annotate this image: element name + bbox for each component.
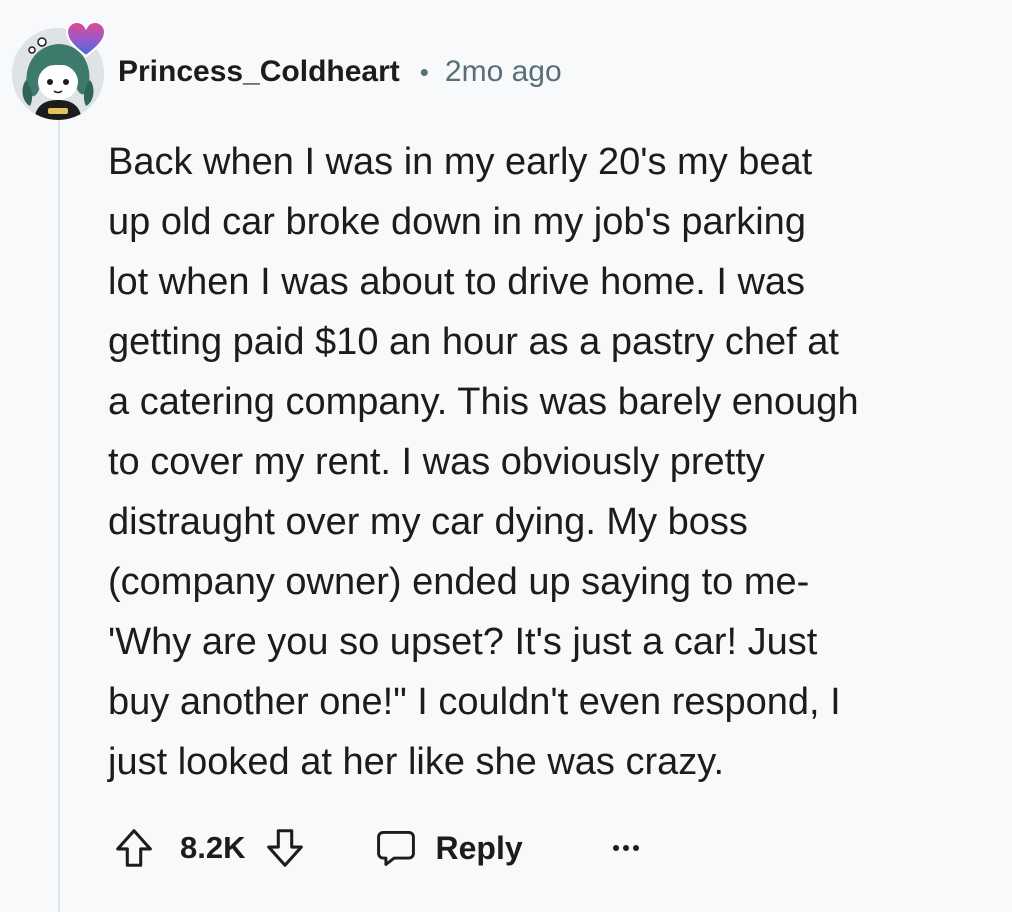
reply-button[interactable]: Reply xyxy=(373,826,523,870)
heart-icon xyxy=(65,20,107,58)
speech-bubble-icon xyxy=(377,830,416,866)
comment-line: distraught over my car dying. My boss xyxy=(108,501,748,543)
thread-line xyxy=(58,118,60,912)
more-options-button[interactable] xyxy=(601,823,651,873)
comment-line: up old car broke down in my job's parkin… xyxy=(108,201,806,243)
comment-line: to cover my rent. I was obviously pretty xyxy=(108,441,765,483)
comment-line: Back when I was in my early 20's my beat xyxy=(108,141,813,183)
comment-header: Princess_Coldheart • 2mo ago xyxy=(118,50,562,94)
comment-timestamp[interactable]: 2mo ago xyxy=(445,55,562,89)
upvote-arrow-icon xyxy=(116,829,152,867)
comment-line: buy another one!" I couldn't even respon… xyxy=(108,681,841,723)
comment-line: just looked at her like she was crazy. xyxy=(108,741,725,783)
meta-separator: • xyxy=(419,56,429,87)
downvote-arrow-icon xyxy=(267,829,304,867)
comment-line: 'Why are you so upset? It's just a car! … xyxy=(108,621,818,663)
author-username[interactable]: Princess_Coldheart xyxy=(118,55,400,89)
vote-score: 8.2K xyxy=(180,830,246,865)
comment-line: lot when I was about to drive home. I wa… xyxy=(108,261,806,303)
author-avatar[interactable] xyxy=(12,20,107,120)
downvote-button[interactable] xyxy=(259,822,311,874)
ellipsis-icon xyxy=(612,845,639,851)
comment-line: a catering company. This was barely enou… xyxy=(108,381,859,423)
comment-body: Back when I was in my early 20's my beat… xyxy=(108,132,988,792)
upvote-button[interactable] xyxy=(108,822,160,874)
comment-line: (company owner) ended up saying to me- xyxy=(108,561,810,603)
comment-line: getting paid $10 an hour as a pastry che… xyxy=(108,321,839,363)
reply-label: Reply xyxy=(435,829,523,866)
comment-actions: 8.2K Reply xyxy=(108,820,651,876)
